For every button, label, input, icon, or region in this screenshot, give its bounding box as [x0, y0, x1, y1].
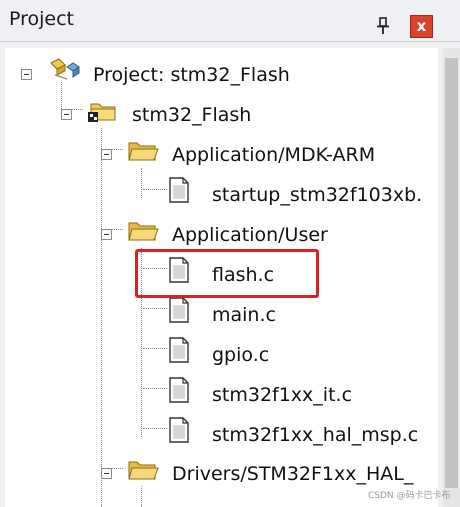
tree-node-label: main.c — [212, 304, 276, 326]
tree-connector — [143, 189, 167, 190]
file-icon — [169, 177, 189, 203]
file-icon — [169, 377, 189, 403]
project-icon — [50, 58, 80, 80]
close-icon: x — [416, 17, 427, 35]
collapse-toggle[interactable] — [61, 109, 72, 120]
file-icon — [169, 297, 189, 323]
tree-node-label: stm32f1xx_it.c — [212, 384, 353, 406]
watermark: CSDN @码卡巴卡布 — [368, 491, 451, 501]
tree-node-label: stm32_Flash — [132, 104, 252, 126]
tree-connector — [143, 428, 167, 429]
tree-node-label: Application/User — [172, 224, 328, 246]
vertical-scrollbar[interactable] — [443, 48, 460, 507]
pin-icon — [377, 17, 389, 34]
folder-icon — [128, 142, 159, 161]
folder-icon — [128, 222, 159, 241]
tree-connector — [141, 168, 142, 198]
file-icon — [169, 417, 189, 443]
collapse-toggle[interactable] — [101, 468, 112, 479]
collapse-toggle[interactable] — [21, 69, 32, 80]
scrollbar-thumb[interactable] — [445, 58, 458, 488]
panel-header: Project x — [0, 0, 460, 42]
tree-node-label: Project: stm32_Flash — [93, 64, 290, 86]
highlight-annotation — [135, 249, 319, 298]
panel-title: Project — [9, 8, 75, 30]
tree-connector — [141, 486, 142, 507]
tree-connector — [101, 128, 102, 507]
collapse-toggle[interactable] — [101, 149, 112, 160]
pin-button[interactable] — [372, 15, 394, 37]
target-folder-icon — [88, 103, 116, 122]
tree-connector — [143, 348, 167, 349]
file-icon — [169, 337, 189, 363]
close-button[interactable]: x — [410, 15, 433, 38]
tree-node-label: gpio.c — [212, 344, 270, 366]
tree-connector — [143, 308, 167, 309]
folder-icon — [128, 461, 159, 480]
tree-connector — [143, 388, 167, 389]
tree-node-label: stm32f1xx_hal_msp.c — [212, 424, 419, 446]
tree-node-label: startup_stm32f103xb. — [212, 184, 423, 206]
collapse-toggle[interactable] — [101, 229, 112, 240]
tree-node-label: Drivers/STM32F1xx_HAL_ — [172, 463, 414, 485]
tree-node-label: Application/MDK-ARM — [172, 144, 376, 166]
